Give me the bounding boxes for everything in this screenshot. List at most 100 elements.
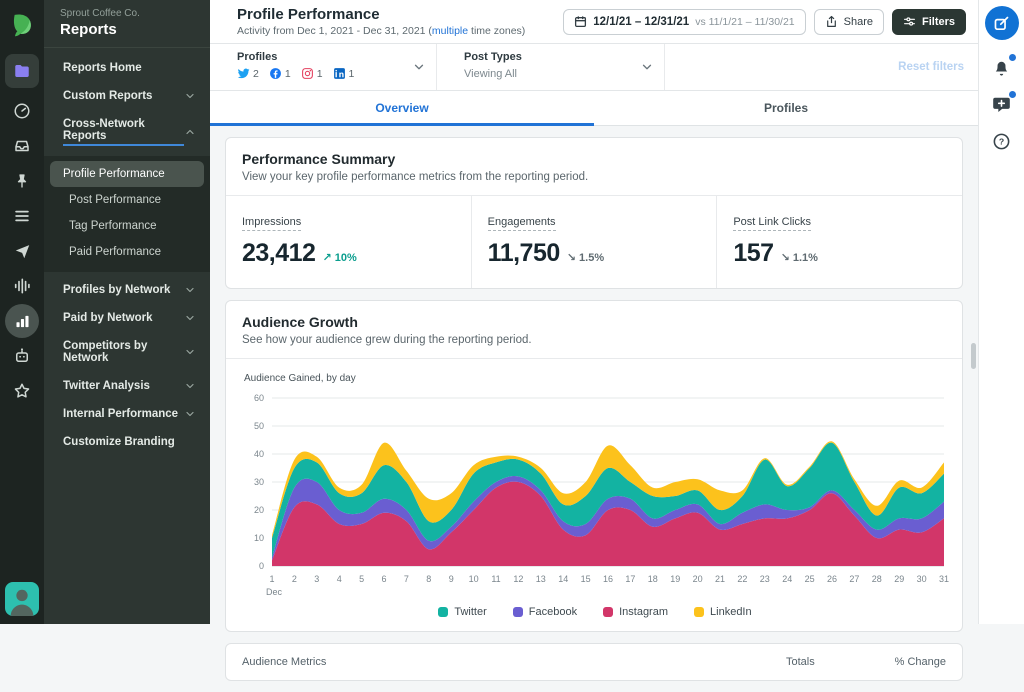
metric-label[interactable]: Engagements xyxy=(487,216,556,231)
audience-growth-description: See how your audience grew during the re… xyxy=(242,334,532,346)
pin-icon[interactable] xyxy=(5,164,39,198)
sidebar-item-profiles-by-network[interactable]: Profiles by Network xyxy=(44,276,210,304)
sidebar-title: Reports xyxy=(60,21,117,38)
date-range-button[interactable]: 12/1/21 – 12/31/21 vs 11/1/21 – 11/30/21 xyxy=(563,8,806,35)
list-icon[interactable] xyxy=(5,199,39,233)
subtitle-prefix: Activity from Dec 1, 2021 - Dec 31, 2021… xyxy=(237,25,432,37)
audience-metrics-card: Audience Metrics Totals % Change xyxy=(225,643,963,681)
svg-text:20: 20 xyxy=(254,505,264,515)
multiple-timezones-link[interactable]: multiple xyxy=(432,25,468,37)
legend-item-facebook[interactable]: Facebook xyxy=(512,606,577,618)
svg-text:0: 0 xyxy=(259,561,264,571)
legend-item-linkedin[interactable]: LinkedIn xyxy=(694,606,752,618)
metric-impressions: Impressions 23,412 ↗ 10% xyxy=(226,196,471,288)
svg-text:3: 3 xyxy=(314,574,319,584)
svg-text:9: 9 xyxy=(449,574,454,584)
reset-filters-link[interactable]: Reset filters xyxy=(665,44,978,90)
svg-text:17: 17 xyxy=(625,574,635,584)
filter-bar: Profiles 2 1 1 1 Post Types Viewing All Res… xyxy=(210,44,978,91)
svg-text:11: 11 xyxy=(491,574,500,584)
linkedin-icon xyxy=(333,67,346,80)
scrollbar-thumb[interactable] xyxy=(971,343,976,369)
sidebar-item-label: Customize Branding xyxy=(63,436,175,448)
report-tabs: Overview Profiles xyxy=(210,91,978,126)
legend-swatch xyxy=(694,607,705,617)
tab-profiles[interactable]: Profiles xyxy=(594,91,978,125)
inbox-icon[interactable] xyxy=(5,129,39,163)
performance-summary-card: Performance Summary View your key profil… xyxy=(225,137,963,289)
svg-text:31: 31 xyxy=(939,574,949,584)
profiles-filter[interactable]: Profiles 2 1 1 1 xyxy=(210,44,437,90)
instagram-profile-count: 1 xyxy=(301,67,323,80)
svg-text:15: 15 xyxy=(581,574,591,584)
chevron-down-icon xyxy=(184,346,196,358)
sprout-leaf-logo[interactable] xyxy=(5,8,39,42)
post-types-filter[interactable]: Post Types Viewing All xyxy=(437,44,665,90)
instagram-count-value: 1 xyxy=(316,67,323,80)
metric-label[interactable]: Post Link Clicks xyxy=(733,216,811,231)
sidebar-item-custom-reports[interactable]: Custom Reports xyxy=(44,82,210,110)
instagram-icon xyxy=(301,67,314,80)
svg-text:8: 8 xyxy=(426,574,431,584)
sidebar-item-paid-by-network[interactable]: Paid by Network xyxy=(44,304,210,332)
star-icon[interactable] xyxy=(5,374,39,408)
sidebar-item-cross-network-reports[interactable]: Cross-Network Reports xyxy=(44,110,210,154)
reports-folder-icon[interactable] xyxy=(5,54,39,88)
twitter-count-value: 2 xyxy=(253,67,259,80)
quick-actions-rail: ? xyxy=(978,0,1024,624)
table-header--change: % Change xyxy=(894,656,946,668)
filters-label: Filters xyxy=(921,15,955,28)
chart-legend: Twitter Facebook Instagram LinkedIn xyxy=(238,600,952,631)
metric-change: ↘ 1.5% xyxy=(566,252,605,264)
sidebar-item-reports-home[interactable]: Reports Home xyxy=(44,54,210,82)
legend-swatch xyxy=(603,607,614,617)
performance-summary-description: View your key profile performance metric… xyxy=(242,171,589,183)
svg-text:24: 24 xyxy=(782,574,792,584)
metric-value: 23,412 xyxy=(242,239,316,267)
gauge-icon[interactable] xyxy=(5,94,39,128)
sidebar-item-paid-performance[interactable]: Paid Performance xyxy=(50,239,204,265)
bell-icon[interactable] xyxy=(990,53,1017,79)
sidebar-item-customize-branding[interactable]: Customize Branding xyxy=(44,428,210,456)
share-button[interactable]: Share xyxy=(813,8,884,35)
page-subtitle: Activity from Dec 1, 2021 - Dec 31, 2021… xyxy=(237,25,555,37)
tab-overview[interactable]: Overview xyxy=(210,91,594,126)
legend-item-twitter[interactable]: Twitter xyxy=(438,606,487,618)
paper-plane-icon[interactable] xyxy=(5,234,39,268)
help-icon[interactable]: ? xyxy=(990,129,1014,153)
sidebar-item-twitter-analysis[interactable]: Twitter Analysis xyxy=(44,372,210,400)
legend-label: Instagram xyxy=(619,606,669,618)
filters-button[interactable]: Filters xyxy=(891,8,966,35)
user-avatar[interactable] xyxy=(5,582,39,616)
svg-text:26: 26 xyxy=(827,574,837,584)
legend-item-instagram[interactable]: Instagram xyxy=(603,606,668,618)
waveform-icon[interactable] xyxy=(5,269,39,303)
metric-engagements: Engagements 11,750 ↘ 1.5% xyxy=(470,196,717,288)
svg-text:12: 12 xyxy=(513,574,523,584)
bar-chart-icon[interactable] xyxy=(5,304,39,338)
sidebar-item-label: Cross-Network Reports xyxy=(63,118,184,146)
reports-sidebar: Sprout Coffee Co. Reports Reports Home Cu… xyxy=(44,0,210,624)
legend-swatch xyxy=(512,607,523,617)
trend-up-arrow-icon: ↗ xyxy=(322,252,332,264)
share-icon xyxy=(825,15,838,28)
legend-swatch xyxy=(438,607,449,617)
sidebar-item-tag-performance[interactable]: Tag Performance xyxy=(50,213,204,239)
bot-icon[interactable] xyxy=(5,339,39,373)
chat-add-icon[interactable] xyxy=(990,90,1017,116)
sidebar-item-label: Competitors by Network xyxy=(63,340,148,364)
sidebar-item-profile-performance[interactable]: Profile Performance xyxy=(50,161,204,187)
svg-text:Dec: Dec xyxy=(266,587,283,597)
legend-label: Twitter xyxy=(454,606,487,618)
linkedin-count-value: 1 xyxy=(348,67,355,80)
sidebar-item-competitors-by-network[interactable]: Competitors by Network xyxy=(44,332,210,372)
svg-text:60: 60 xyxy=(254,393,264,403)
compose-icon[interactable] xyxy=(984,6,1019,40)
metric-change: ↘ 1.1% xyxy=(780,252,818,264)
stacked-area-svg: 01020304050601 2 3 4 5 6 7 8 9 10 11 12 13 14 15 16 17 18… xyxy=(254,393,949,597)
sidebar-item-internal-performance[interactable]: Internal Performance xyxy=(44,400,210,428)
chevron-down-icon xyxy=(184,284,196,296)
chevron-down-icon xyxy=(184,380,196,392)
metric-label[interactable]: Impressions xyxy=(242,216,302,231)
sidebar-item-post-performance[interactable]: Post Performance xyxy=(50,187,204,213)
